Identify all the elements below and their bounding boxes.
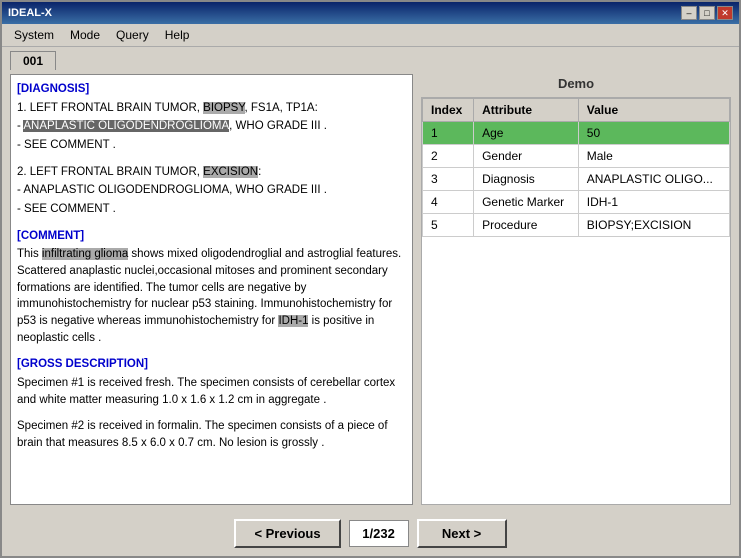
right-panel-title: Demo — [421, 74, 731, 93]
col-header-index: Index — [423, 99, 474, 122]
page-indicator: 1/232 — [349, 520, 409, 547]
maximize-button[interactable]: □ — [699, 6, 715, 20]
doc-line6: - SEE COMMENT . — [17, 201, 406, 218]
table-row[interactable]: 4Genetic MarkerIDH-1 — [423, 191, 730, 214]
tab-bar: 001 — [2, 47, 739, 70]
diagnosis-header: [DIAGNOSIS] — [17, 81, 406, 98]
cell-attribute: Gender — [474, 145, 579, 168]
cell-attribute: Procedure — [474, 214, 579, 237]
doc-line3: - SEE COMMENT . — [17, 137, 406, 154]
left-panel-wrapper: [DIAGNOSIS] 1. LEFT FRONTAL BRAIN TUMOR,… — [10, 74, 413, 505]
highlight-infiltrating: infiltrating glioma — [42, 248, 128, 260]
doc-line4: 2. LEFT FRONTAL BRAIN TUMOR, EXCISION: — [17, 164, 406, 181]
left-panel[interactable]: [DIAGNOSIS] 1. LEFT FRONTAL BRAIN TUMOR,… — [10, 74, 413, 505]
table-row[interactable]: 2GenderMale — [423, 145, 730, 168]
next-button[interactable]: Next > — [417, 519, 507, 548]
menu-help[interactable]: Help — [157, 26, 198, 44]
table-row[interactable]: 1Age50 — [423, 122, 730, 145]
menu-system[interactable]: System — [6, 26, 62, 44]
table-header-row: Index Attribute Value — [423, 99, 730, 122]
comment-header: [COMMENT] — [17, 228, 406, 245]
cell-index: 5 — [423, 214, 474, 237]
previous-button[interactable]: < Previous — [234, 519, 340, 548]
gross-line2: Specimen #2 is received in formalin. The… — [17, 418, 406, 451]
gross-line1: Specimen #1 is received fresh. The speci… — [17, 375, 406, 408]
cell-attribute: Genetic Marker — [474, 191, 579, 214]
col-header-value: Value — [578, 99, 729, 122]
window-controls: – □ ✕ — [681, 6, 733, 20]
cell-index: 2 — [423, 145, 474, 168]
cell-value: 50 — [578, 122, 729, 145]
main-window: IDEAL-X – □ ✕ System Mode Query Help 001… — [0, 0, 741, 558]
comment-body: This infiltrating glioma shows mixed oli… — [17, 246, 406, 346]
content-area: [DIAGNOSIS] 1. LEFT FRONTAL BRAIN TUMOR,… — [2, 70, 739, 513]
cell-index: 1 — [423, 122, 474, 145]
highlight-biopsy: BIOPSY — [203, 102, 244, 114]
cell-attribute: Age — [474, 122, 579, 145]
highlight-excision: EXCISION — [203, 166, 258, 178]
highlight-anaplastic1: ANAPLASTIC OLIGODENDROGLIOMA — [23, 120, 229, 132]
close-button[interactable]: ✕ — [717, 6, 733, 20]
tab-001[interactable]: 001 — [10, 51, 56, 70]
data-table: Index Attribute Value 1Age502GenderMale3… — [422, 98, 730, 237]
cell-value: ANAPLASTIC OLIGO... — [578, 168, 729, 191]
cell-value: BIOPSY;EXCISION — [578, 214, 729, 237]
doc-line5: - ANAPLASTIC OLIGODENDROGLIOMA, WHO GRAD… — [17, 182, 406, 199]
table-row[interactable]: 3DiagnosisANAPLASTIC OLIGO... — [423, 168, 730, 191]
cell-value: Male — [578, 145, 729, 168]
title-bar: IDEAL-X – □ ✕ — [2, 2, 739, 24]
cell-index: 3 — [423, 168, 474, 191]
col-header-attribute: Attribute — [474, 99, 579, 122]
doc-line1: 1. LEFT FRONTAL BRAIN TUMOR, BIOPSY, FS1… — [17, 100, 406, 117]
table-row[interactable]: 5ProcedureBIOPSY;EXCISION — [423, 214, 730, 237]
cell-value: IDH-1 — [578, 191, 729, 214]
cell-attribute: Diagnosis — [474, 168, 579, 191]
minimize-button[interactable]: – — [681, 6, 697, 20]
cell-index: 4 — [423, 191, 474, 214]
right-panel: Demo Index Attribute Value 1Age502Gender… — [421, 74, 731, 505]
doc-line2: - ANAPLASTIC OLIGODENDROGLIOMA, WHO GRAD… — [17, 118, 406, 135]
bottom-bar: < Previous 1/232 Next > — [2, 513, 739, 556]
menu-bar: System Mode Query Help — [2, 24, 739, 47]
highlight-idh1-comment: IDH-1 — [278, 315, 308, 327]
menu-mode[interactable]: Mode — [62, 26, 108, 44]
data-table-container: Index Attribute Value 1Age502GenderMale3… — [421, 97, 731, 505]
window-title: IDEAL-X — [8, 7, 52, 19]
gross-header: [GROSS DESCRIPTION] — [17, 356, 406, 373]
menu-query[interactable]: Query — [108, 26, 157, 44]
